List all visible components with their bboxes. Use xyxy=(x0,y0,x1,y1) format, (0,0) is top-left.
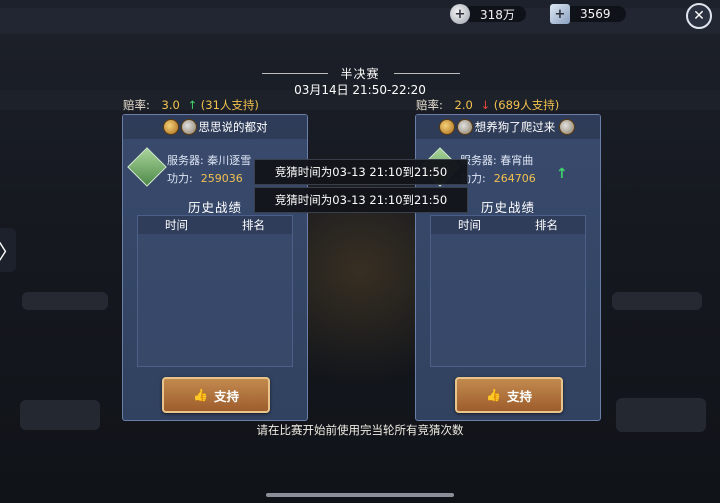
close-button[interactable]: ✕ xyxy=(686,3,712,29)
title-badge-icon xyxy=(456,119,473,135)
right-col-time: 时间 xyxy=(458,218,481,232)
up-arrow-icon: ↑ xyxy=(556,166,568,182)
left-power-value: 259036 xyxy=(200,172,243,185)
right-history-header: 时间 排名 xyxy=(431,216,585,234)
ticket-value: 3569 xyxy=(580,7,611,21)
left-support-label: 支持 xyxy=(213,388,239,404)
guild-badge-icon xyxy=(559,119,576,135)
ticket-plus-icon[interactable]: + xyxy=(550,4,570,24)
right-history-table[interactable]: 时间 排名 xyxy=(430,215,586,367)
left-col-time: 时间 xyxy=(165,218,188,232)
match-stage-title: 半决赛 xyxy=(340,67,380,81)
left-odds-value: 3.0 xyxy=(161,98,180,112)
left-server: 服务器: 秦川逐雪 xyxy=(167,154,252,167)
right-col-rank: 排名 xyxy=(535,218,558,232)
right-supporters: (689人支持) xyxy=(493,98,560,112)
ticket-currency[interactable]: + 3569 xyxy=(550,4,626,24)
up-arrow-icon: ↑ xyxy=(187,98,198,112)
right-power: 功力: 264706 xyxy=(460,170,536,186)
chevron-right-icon[interactable]: 〉 xyxy=(0,228,18,272)
left-power: 功力: 259036 xyxy=(167,170,243,186)
background-blob xyxy=(22,292,108,310)
rank-badge-icon xyxy=(438,119,455,135)
right-odds-row: 赔率: 2.0 ↓ (689人支持) xyxy=(416,97,559,113)
silver-currency[interactable]: + 318万 xyxy=(450,4,526,24)
background-blob xyxy=(612,292,702,310)
left-player-header: 思思说的都对 xyxy=(123,115,307,139)
down-arrow-icon: ↓ xyxy=(480,98,491,112)
guess-time-tooltip: 竞猜时间为03-13 21:10到21:50 xyxy=(254,187,468,213)
left-support-button[interactable]: 👍 支持 xyxy=(162,377,270,413)
right-server: 服务器: 春宵曲 xyxy=(460,154,534,167)
thumbs-up-icon: 👍 xyxy=(486,388,501,402)
rank-badge-icon xyxy=(162,119,179,135)
left-power-label: 功力: xyxy=(167,172,193,185)
right-support-button[interactable]: 👍 支持 xyxy=(455,377,563,413)
thumbs-up-icon: 👍 xyxy=(193,388,208,402)
right-player-header: 想养狗了爬过来 xyxy=(416,115,600,139)
home-indicator[interactable] xyxy=(266,493,454,497)
match-time: 03月14日 21:50-22:20 xyxy=(294,83,426,97)
right-power-value: 264706 xyxy=(493,172,536,185)
server-icon xyxy=(127,147,167,187)
left-col-rank: 排名 xyxy=(242,218,265,232)
left-odds-label: 赔率: xyxy=(123,98,150,112)
right-odds-label: 赔率: xyxy=(416,98,443,112)
right-player-name: 想养狗了爬过来 xyxy=(474,120,556,134)
silver-value: 318万 xyxy=(480,7,515,22)
left-odds-row: 赔率: 3.0 ↑ (31人支持) xyxy=(123,97,259,113)
left-player-name: 思思说的都对 xyxy=(198,120,268,134)
left-supporters: (31人支持) xyxy=(200,98,259,112)
left-history-table[interactable]: 时间 排名 xyxy=(137,215,293,367)
guess-time-tooltip: 竞猜时间为03-13 21:10到21:50 xyxy=(254,159,468,185)
title-badge-icon xyxy=(180,119,197,135)
right-support-label: 支持 xyxy=(506,388,532,404)
left-history-header: 时间 排名 xyxy=(138,216,292,234)
footer-hint: 请在比赛开始前使用完当轮所有竞猜次数 xyxy=(256,423,464,437)
silver-coin-plus-icon[interactable]: + xyxy=(450,4,470,24)
right-odds-value: 2.0 xyxy=(454,98,473,112)
